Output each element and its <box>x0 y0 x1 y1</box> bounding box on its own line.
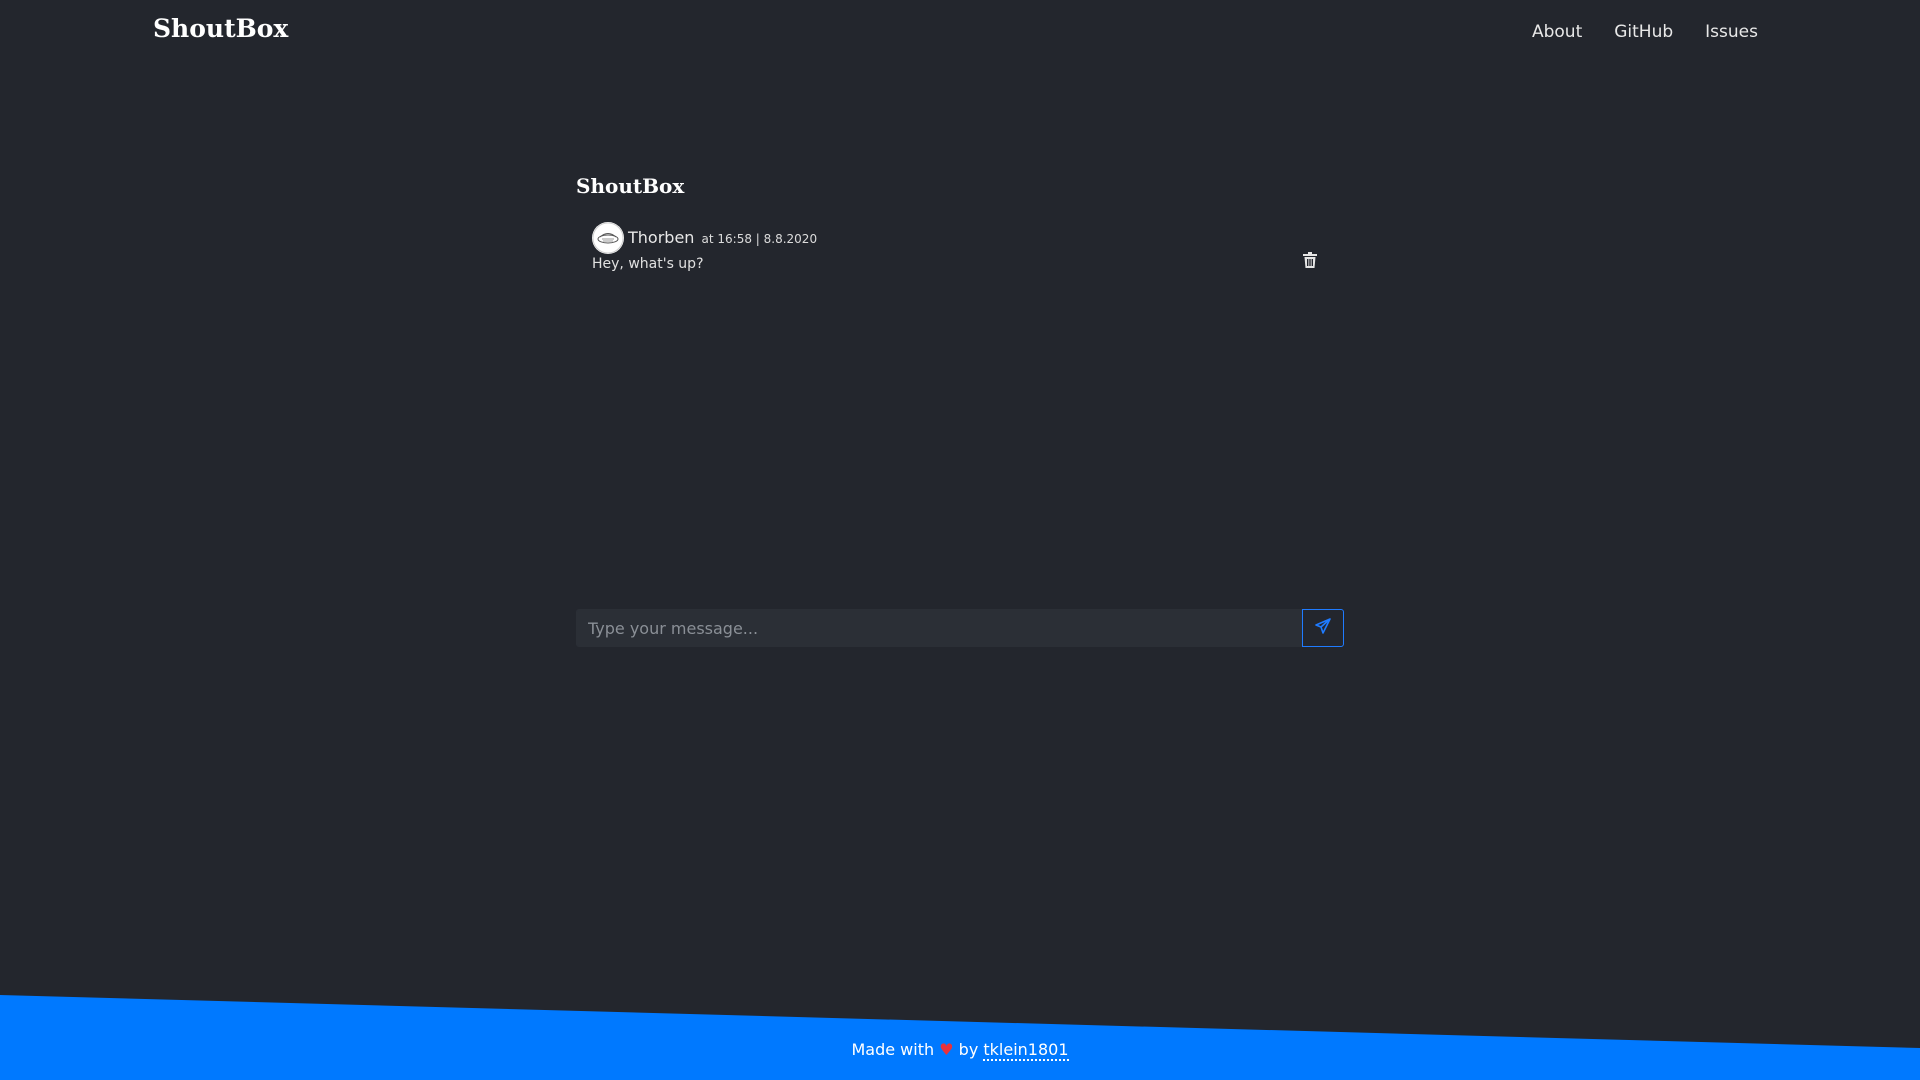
footer: Made with ♥ by tklein1801 <box>0 1040 1920 1061</box>
paper-plane-icon <box>1315 618 1331 638</box>
trash-icon <box>1303 252 1317 272</box>
message-text: Hey, what's up? <box>592 256 704 272</box>
avatar <box>592 222 624 254</box>
heart-icon: ♥ <box>939 1040 954 1059</box>
nav-link-issues[interactable]: Issues <box>1705 22 1758 42</box>
footer-prefix: Made with <box>851 1040 935 1059</box>
panel-title: ShoutBox <box>576 174 685 198</box>
nav-link-github[interactable]: GitHub <box>1614 22 1673 42</box>
brand-logo[interactable]: ShoutBox <box>153 14 288 43</box>
message-timestamp: at 16:58 | 8.8.2020 <box>701 232 818 246</box>
footer-by: by <box>958 1040 979 1059</box>
message-author: Thorben <box>628 228 695 247</box>
send-button[interactable] <box>1302 609 1344 647</box>
delete-message-button[interactable] <box>1300 252 1320 272</box>
message-composer <box>576 609 1344 647</box>
footer-background <box>0 995 1920 1080</box>
message-item: Thorben at 16:58 | 8.8.2020 Hey, what's … <box>592 222 1320 282</box>
page: ShoutBox About GitHub Issues ShoutBox Th… <box>0 0 1920 1080</box>
message-header: Thorben at 16:58 | 8.8.2020 <box>628 228 817 247</box>
message-input[interactable] <box>576 609 1302 647</box>
author-link[interactable]: tklein1801 <box>983 1040 1069 1061</box>
nav-link-about[interactable]: About <box>1532 22 1582 42</box>
top-nav: About GitHub Issues <box>1532 22 1758 42</box>
